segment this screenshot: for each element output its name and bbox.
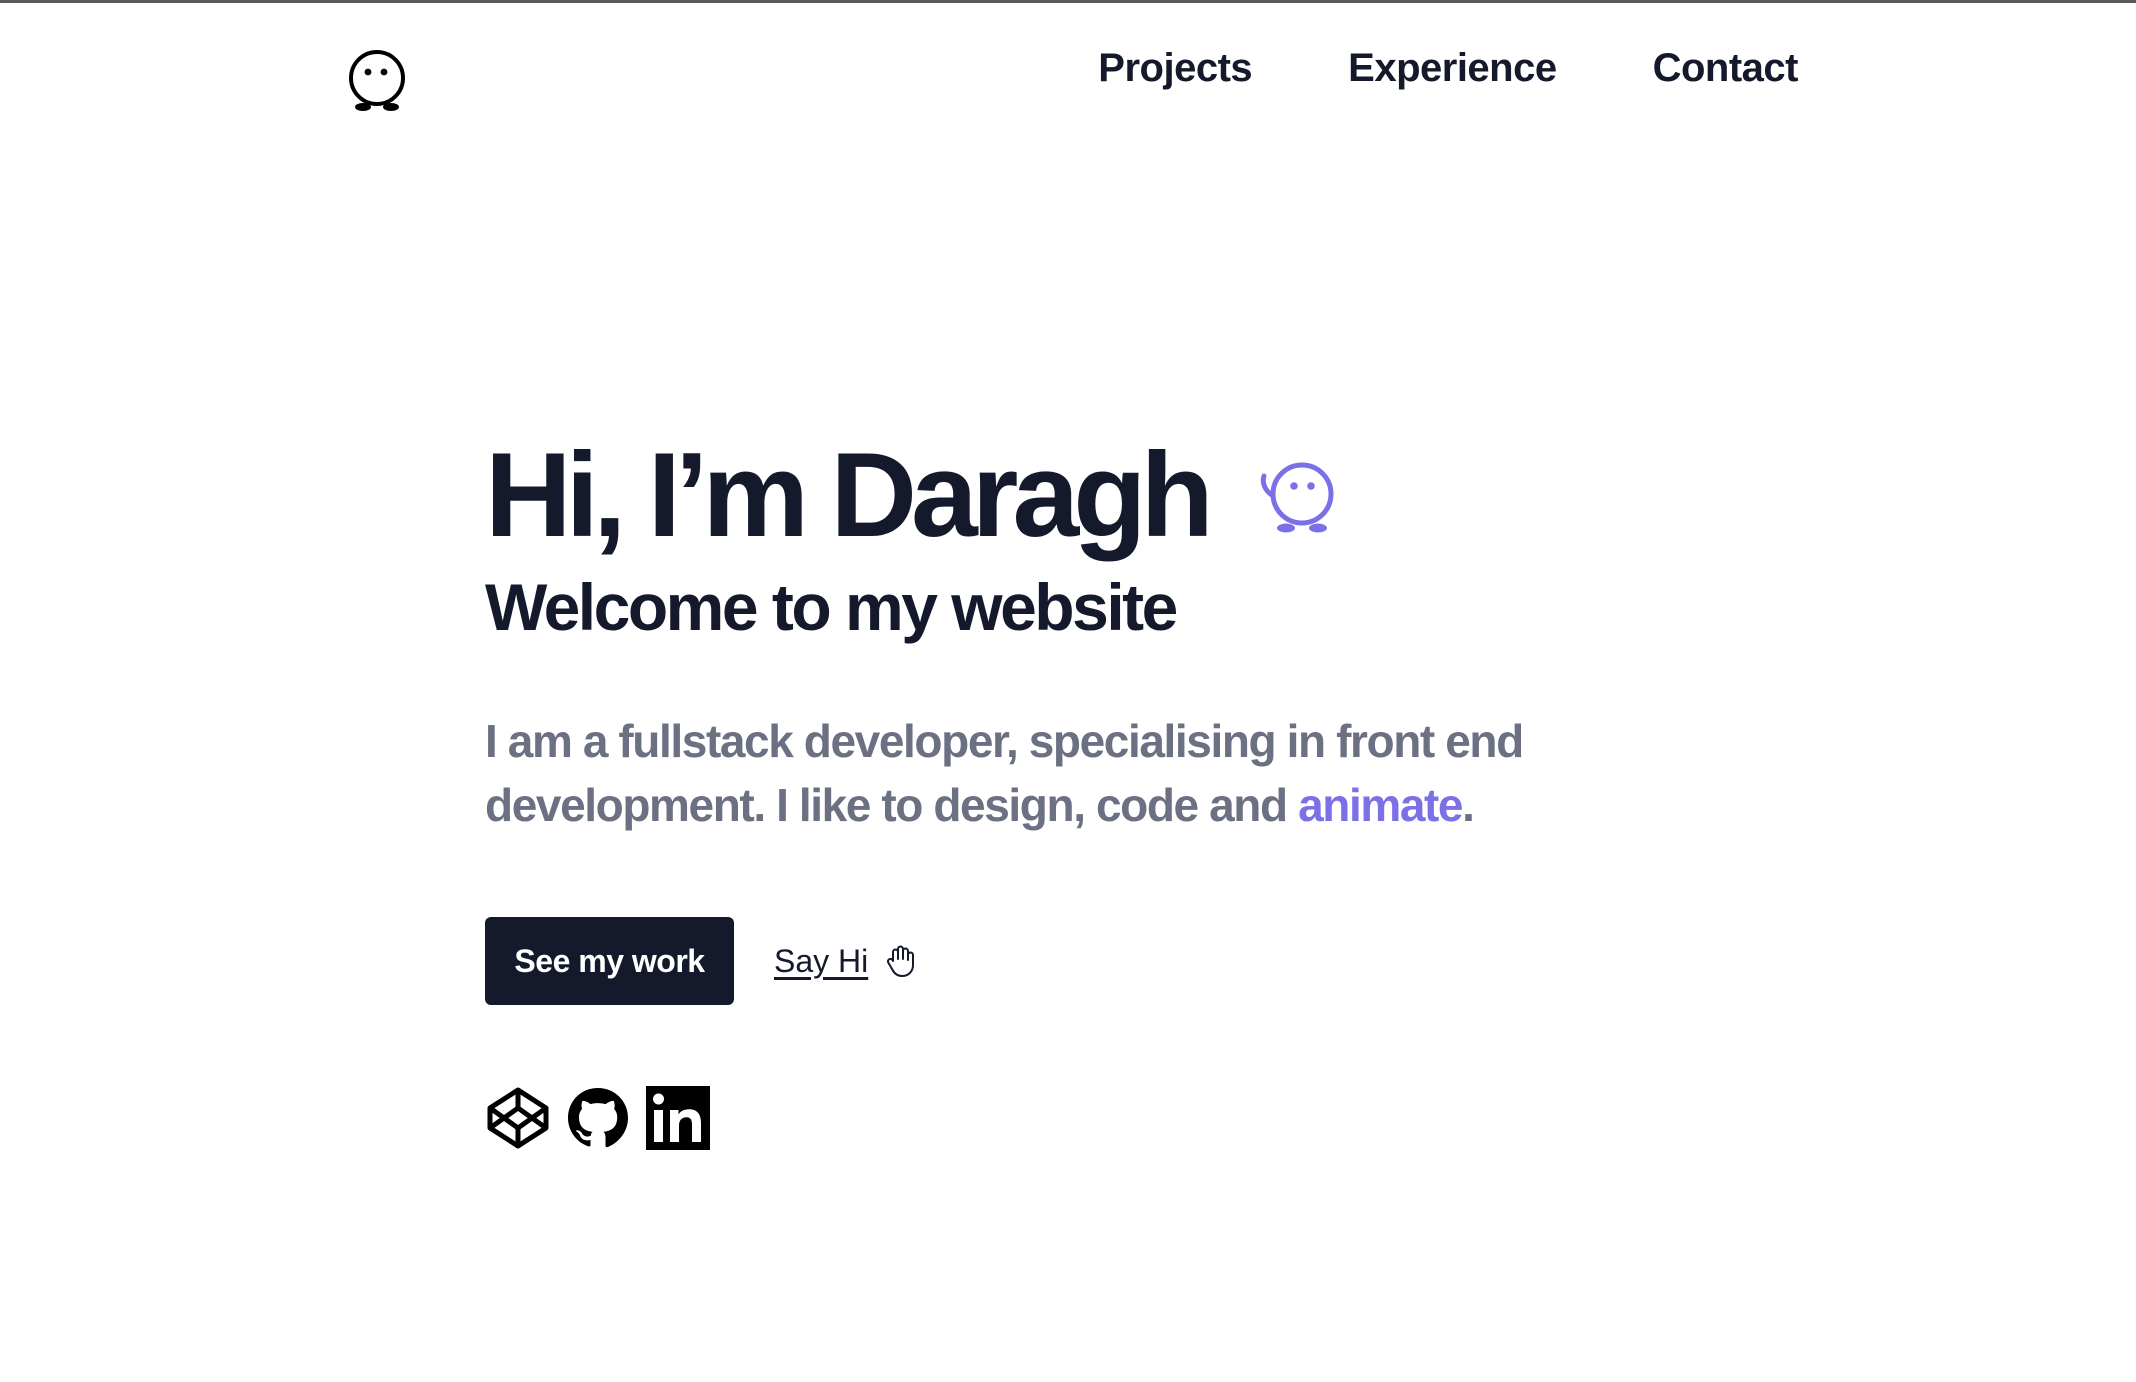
see-my-work-button[interactable]: See my work [485,917,734,1006]
hero-actions: See my work Say Hi [485,917,1685,1006]
github-icon[interactable] [565,1085,631,1151]
hero-subtitle: Welcome to my website [485,570,1178,644]
headline-row: Hi, I’m Daragh [485,430,1685,560]
intro-paragraph: I am a fullstack developer, specialising… [485,709,1545,837]
say-hi-link-group[interactable]: Say Hi [774,943,916,980]
say-hi-link[interactable]: Say Hi [774,943,868,980]
waving-ghost-icon [1260,462,1334,533]
intro-end: . [1462,779,1475,832]
waving-hand-icon [887,945,915,978]
intro-accent-word: animate [1298,779,1463,832]
hero-title: Hi, I’m Daragh [485,428,1214,562]
logo-icon[interactable] [347,50,407,114]
nav-contact[interactable]: Contact [1653,46,1799,91]
main-nav: Projects Experience Contact [1098,46,1798,91]
codepen-icon[interactable] [485,1085,551,1151]
linkedin-icon[interactable] [645,1085,711,1151]
nav-experience[interactable]: Experience [1348,46,1557,91]
nav-projects[interactable]: Projects [1098,46,1252,91]
top-border [0,0,2136,3]
hero-section: Hi, I’m Daragh Welcome to my website I a… [485,430,1685,1151]
social-links [485,1085,1685,1151]
